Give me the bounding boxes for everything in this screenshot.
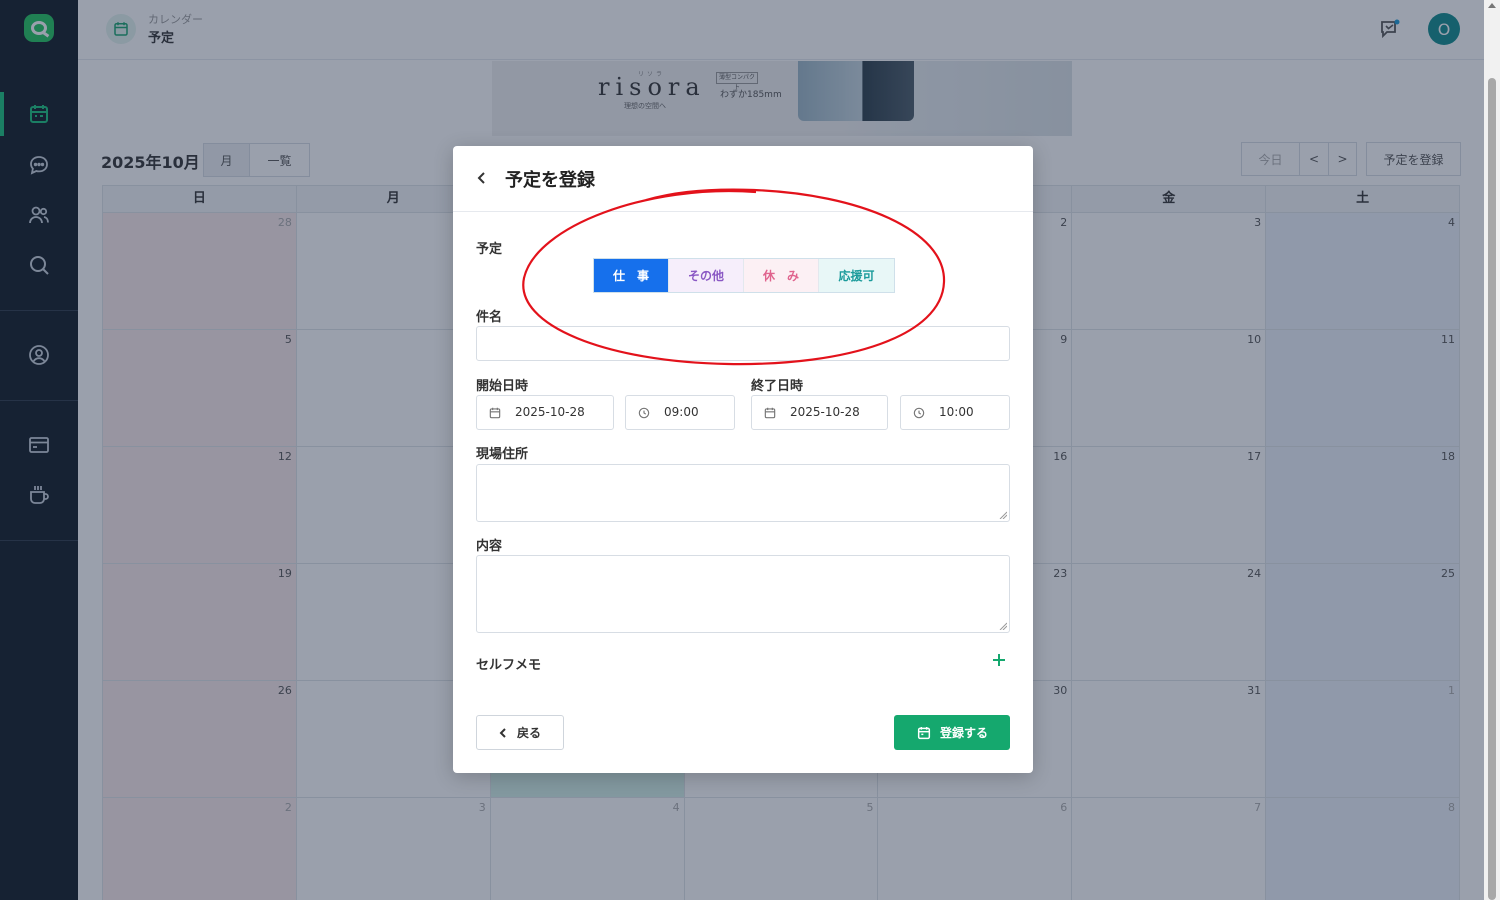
type-other-button[interactable]: その他 [669, 259, 744, 292]
submit-button[interactable]: 登録する [894, 715, 1010, 750]
clock-icon [638, 407, 650, 419]
chevron-left-icon[interactable] [475, 169, 489, 187]
modal-title: 予定を登録 [505, 170, 595, 191]
resize-grip-icon[interactable] [999, 511, 1007, 519]
end-time-input[interactable]: 10:00 [900, 395, 1010, 430]
start-time-value: 09:00 [664, 405, 699, 419]
content-textarea[interactable] [476, 555, 1010, 633]
calendar-icon [764, 407, 776, 419]
start-time-input[interactable]: 09:00 [625, 395, 735, 430]
calendar-icon [917, 726, 931, 739]
scroll-up-arrow-icon[interactable] [1488, 3, 1496, 8]
scroll-thumb[interactable] [1488, 78, 1496, 900]
plus-icon[interactable] [991, 652, 1007, 668]
content-label: 内容 [476, 539, 503, 554]
end-label: 終了日時 [751, 379, 804, 394]
modal-header: 予定を登録 [453, 146, 1033, 212]
chevron-left-icon [499, 727, 506, 738]
page-scrollbar[interactable] [1484, 0, 1500, 900]
end-date-value: 2025-10-28 [790, 405, 860, 419]
back-button-label: 戻る [516, 726, 541, 740]
register-event-modal: 予定を登録 予定 仕 事 その他 休 み 応援可 件名 開始日時 終了日時 20… [453, 146, 1033, 773]
end-date-input[interactable]: 2025-10-28 [751, 395, 888, 430]
subject-input[interactable] [476, 326, 1010, 361]
subject-label: 件名 [476, 310, 503, 325]
address-textarea[interactable] [476, 464, 1010, 522]
self-memo-label: セルフメモ [476, 658, 542, 673]
back-button[interactable]: 戻る [476, 715, 564, 750]
submit-button-label: 登録する [939, 726, 988, 740]
end-time-value: 10:00 [939, 405, 974, 419]
start-label: 開始日時 [476, 379, 529, 394]
calendar-icon [489, 407, 501, 419]
type-help-button[interactable]: 応援可 [819, 259, 894, 292]
type-label: 予定 [476, 242, 503, 257]
address-label: 現場住所 [476, 447, 529, 462]
type-rest-button[interactable]: 休 み [744, 259, 819, 292]
clock-icon [913, 407, 925, 419]
resize-grip-icon[interactable] [999, 622, 1007, 630]
start-date-input[interactable]: 2025-10-28 [476, 395, 614, 430]
type-work-button[interactable]: 仕 事 [594, 259, 669, 292]
type-selector: 仕 事 その他 休 み 応援可 [593, 258, 895, 293]
start-date-value: 2025-10-28 [515, 405, 585, 419]
